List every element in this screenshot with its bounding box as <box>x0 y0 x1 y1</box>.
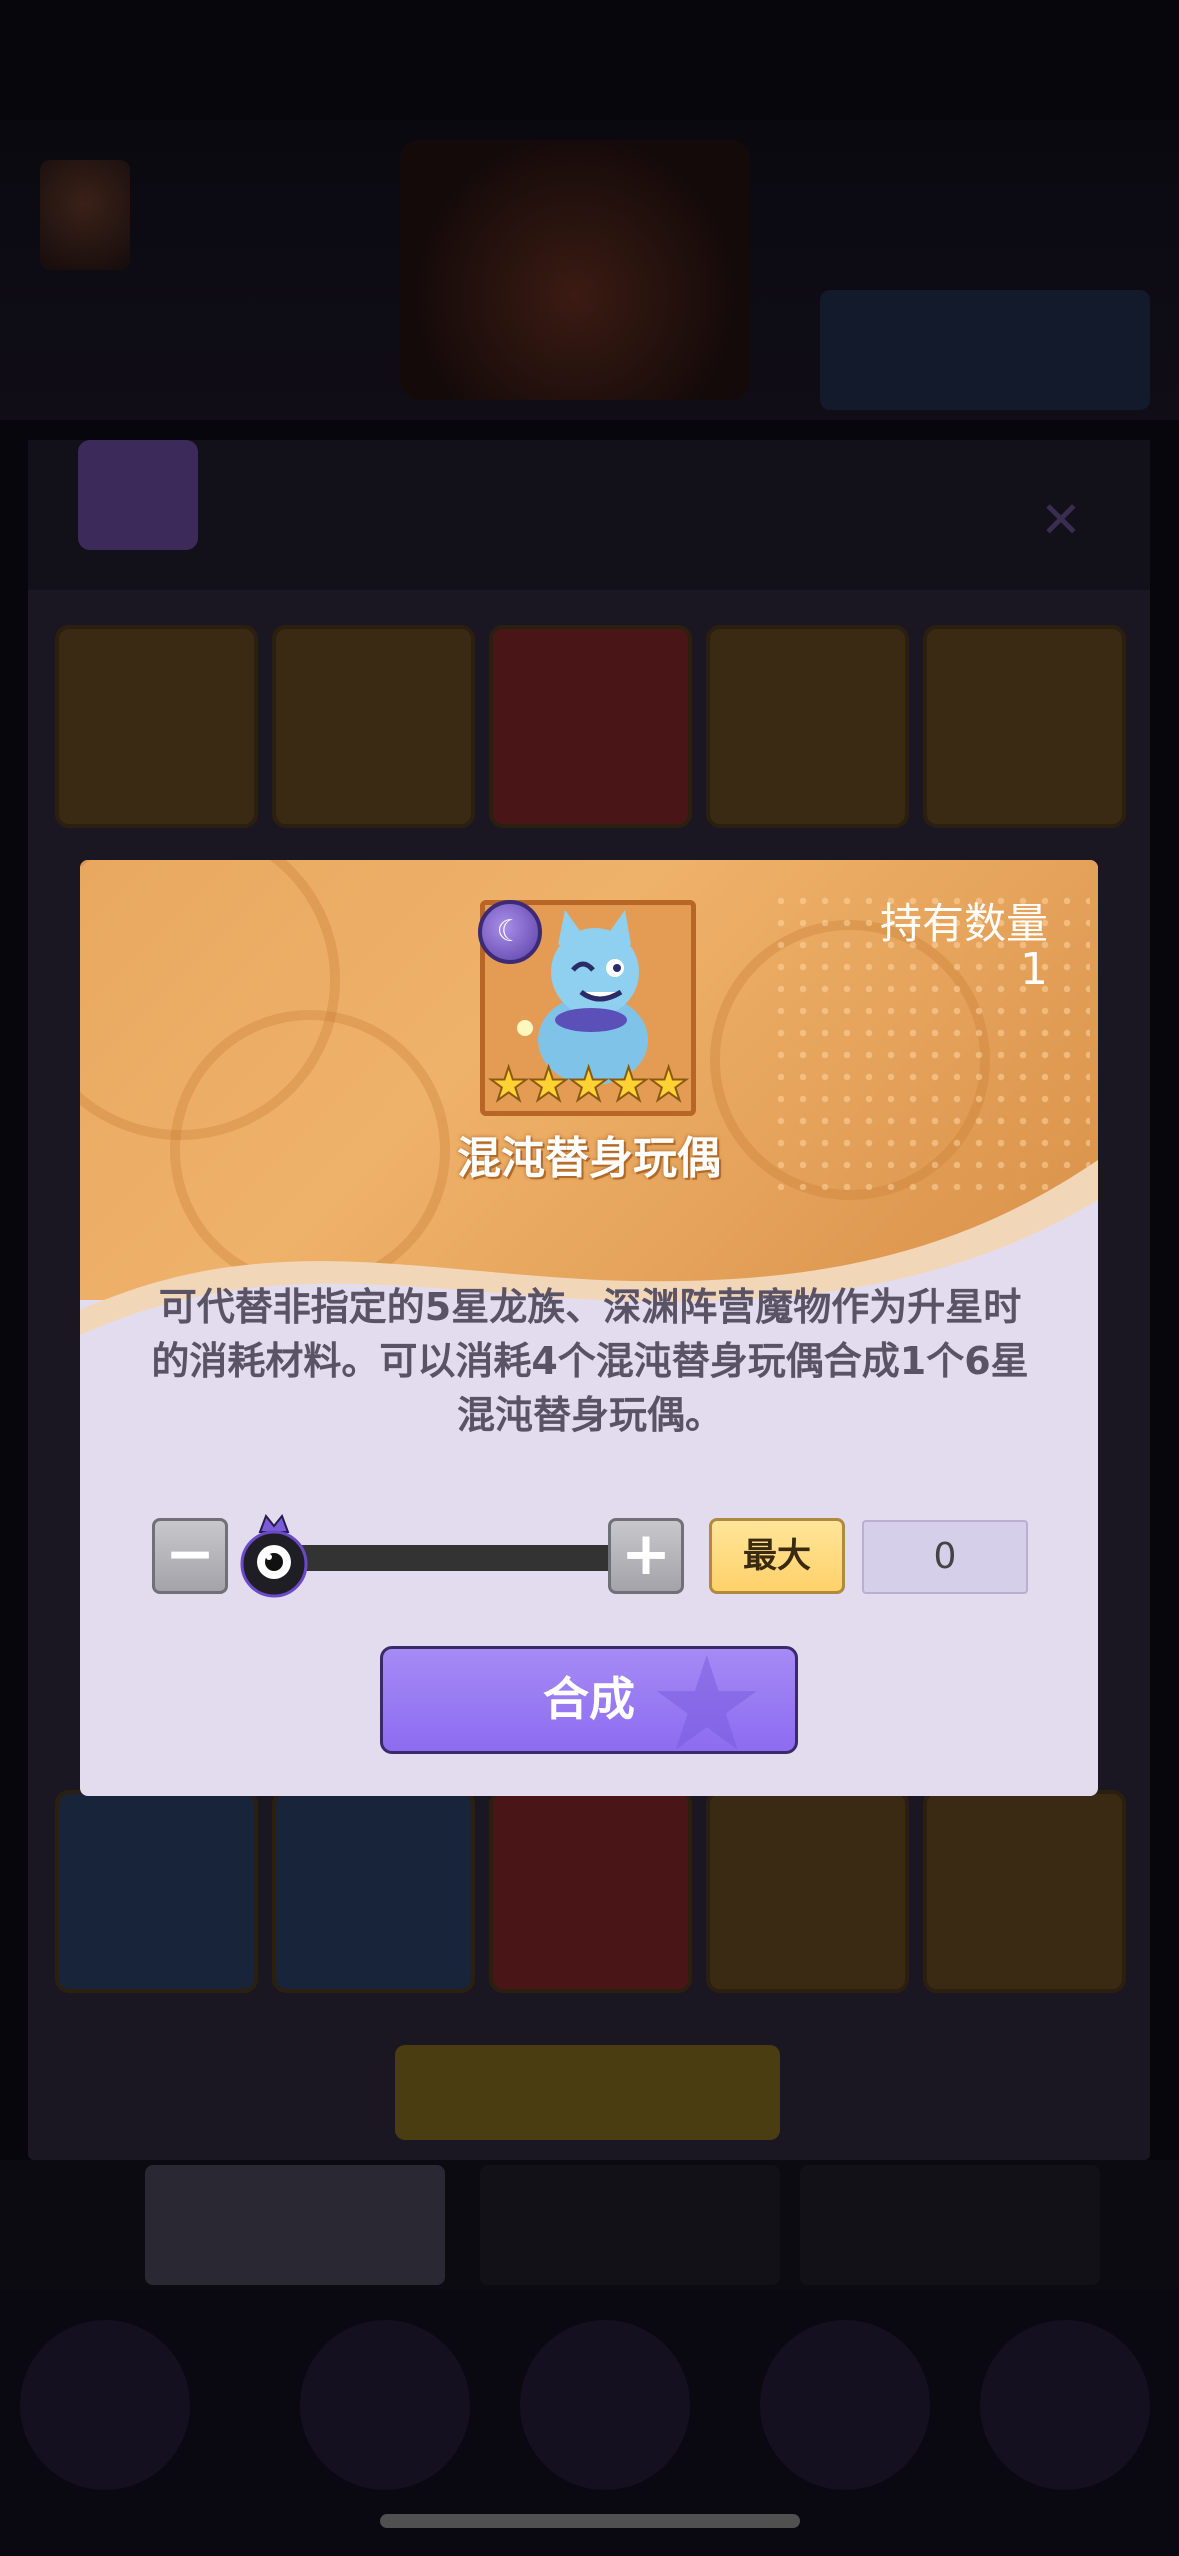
bg-nav-icon <box>980 2320 1150 2490</box>
eye-handle-icon[interactable] <box>238 1510 310 1600</box>
bg-tab <box>480 2165 780 2285</box>
bg-inventory-icon <box>78 440 198 550</box>
bg-avatar <box>40 160 130 270</box>
bg-grid-cell <box>55 1790 258 1993</box>
increase-button[interactable]: + <box>608 1518 684 1594</box>
bg-close-icon: ✕ <box>1040 491 1082 549</box>
synthesize-label: 合成 <box>543 1672 635 1726</box>
bg-grid-cell <box>706 625 909 828</box>
bg-grid-cell <box>923 625 1126 828</box>
max-button[interactable]: 最大 <box>709 1518 845 1594</box>
bg-nav-icon <box>300 2320 470 2490</box>
star-decoration-icon: ★ <box>648 1646 765 1754</box>
bg-grid-cell <box>55 625 258 828</box>
bg-tab <box>145 2165 445 2285</box>
bg-event-banner <box>400 140 750 400</box>
synthesize-button[interactable]: ★ 合成 <box>380 1646 798 1754</box>
synthesis-dialog: ☾ ★ ★ ★ ★ ★ 混沌替身玩偶 持有数量 1 可代替非指定的5星龙族、深渊… <box>80 860 1098 1796</box>
star-icon: ★ <box>607 1057 650 1111</box>
bg-tab <box>800 2165 1100 2285</box>
decrease-button[interactable]: − <box>152 1518 228 1594</box>
owned-count-label: 持有数量 <box>879 899 1048 948</box>
bg-nav-icon <box>520 2320 690 2490</box>
star-icon: ★ <box>567 1057 610 1111</box>
bg-grid-cell <box>272 625 475 828</box>
bg-action-button <box>395 2045 780 2140</box>
bg-grid-cell <box>489 625 692 828</box>
star-rating: ★ ★ ★ ★ ★ <box>482 1057 694 1111</box>
bg-grid-cell <box>923 1790 1126 1993</box>
bg-grid-cell <box>489 1790 692 1993</box>
bg-grid-cell <box>706 1790 909 1993</box>
star-icon: ★ <box>487 1057 530 1111</box>
dragon-faction-icon: ☾ <box>478 900 542 964</box>
home-indicator[interactable] <box>380 2514 800 2528</box>
bg-info-panel <box>820 290 1150 410</box>
item-name: 混沌替身玩偶 <box>457 1133 721 1184</box>
bg-nav-icon <box>20 2320 190 2490</box>
owned-count-value: 1 <box>1020 944 1048 995</box>
bg-grid-cell <box>272 1790 475 1993</box>
star-icon: ★ <box>527 1057 570 1111</box>
quantity-field[interactable]: 0 <box>862 1520 1028 1594</box>
item-description: 可代替非指定的5星龙族、深渊阵营魔物作为升星时的消耗材料。可以消耗4个混沌替身玩… <box>151 1285 1029 1437</box>
bg-nav-icon <box>760 2320 930 2490</box>
star-icon: ★ <box>647 1057 690 1111</box>
